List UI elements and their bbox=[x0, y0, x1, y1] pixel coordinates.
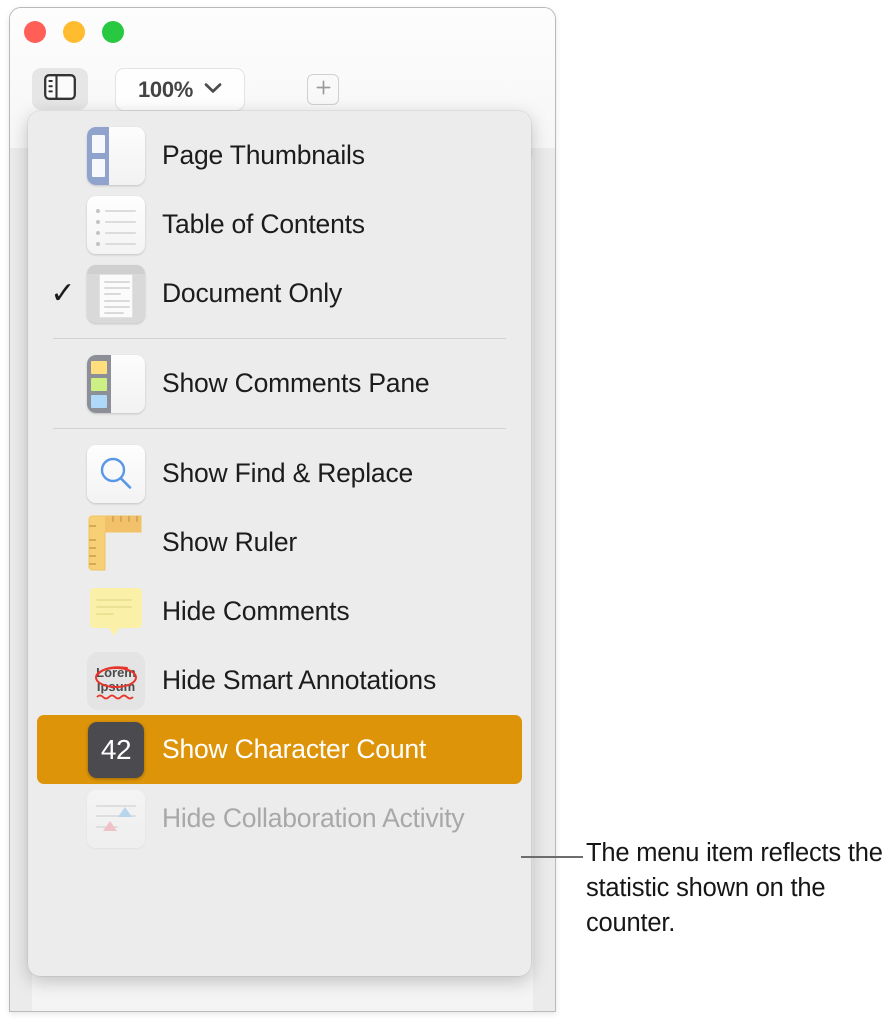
checkmark-icon: ✓ bbox=[50, 276, 76, 310]
zoom-level-value: 100% bbox=[137, 76, 194, 102]
close-window-button[interactable] bbox=[24, 21, 46, 43]
plus-in-square-icon bbox=[315, 79, 332, 101]
menu-item-label: Table of Contents bbox=[162, 209, 365, 239]
menu-item-label: Show Character Count bbox=[162, 734, 427, 764]
menu-item-hide-smart-annotations[interactable]: Lorem Ipsum Hide Smart Annotations bbox=[37, 646, 522, 715]
character-count-icon: 42 bbox=[84, 718, 148, 782]
minimize-window-button[interactable] bbox=[63, 21, 85, 43]
zoom-level-dropdown[interactable]: 100% bbox=[115, 68, 245, 111]
menu-item-label: Show Comments Pane bbox=[162, 368, 430, 398]
menu-item-page-thumbnails[interactable]: Page Thumbnails bbox=[37, 121, 522, 190]
menu-item-show-find-replace[interactable]: Show Find & Replace bbox=[37, 439, 522, 508]
menu-separator bbox=[53, 428, 506, 429]
menu-separator bbox=[53, 338, 506, 339]
menu-item-table-of-contents[interactable]: Table of Contents bbox=[37, 190, 522, 259]
menu-item-label: Hide Smart Annotations bbox=[162, 665, 437, 695]
menu-item-hide-comments[interactable]: Hide Comments bbox=[37, 577, 522, 646]
traffic-lights bbox=[24, 21, 124, 43]
sidebar-toggle-button[interactable] bbox=[32, 68, 88, 110]
menu-item-hide-collaboration-activity: Hide Collaboration Activity bbox=[37, 784, 522, 853]
sticky-note-icon bbox=[84, 580, 148, 644]
comments-pane-icon bbox=[84, 352, 148, 416]
menu-item-show-comments-pane[interactable]: Show Comments Pane bbox=[37, 349, 522, 418]
menu-item-document-only[interactable]: ✓ Document Only bbox=[37, 259, 522, 328]
insert-button[interactable] bbox=[307, 74, 339, 105]
menu-item-show-ruler[interactable]: Show Ruler bbox=[37, 508, 522, 577]
maximize-window-button[interactable] bbox=[102, 21, 124, 43]
menu-item-label: Document Only bbox=[162, 278, 343, 308]
document-only-icon bbox=[84, 262, 148, 326]
menu-item-label: Show Find & Replace bbox=[162, 458, 414, 488]
menu-item-label: Page Thumbnails bbox=[162, 140, 365, 170]
collaboration-activity-icon bbox=[84, 787, 148, 851]
character-count-value: 42 bbox=[88, 721, 144, 778]
chevron-down-icon bbox=[204, 81, 222, 99]
menu-item-label: Show Ruler bbox=[162, 527, 297, 557]
smart-annotations-icon: Lorem Ipsum bbox=[84, 649, 148, 713]
sidebar-icon bbox=[44, 73, 76, 105]
menu-item-label: Hide Comments bbox=[162, 596, 350, 626]
callout-leader-line bbox=[521, 856, 583, 858]
callout-text: The menu item reflects the statistic sho… bbox=[586, 839, 883, 937]
menu-item-show-character-count[interactable]: 42 Show Character Count bbox=[37, 715, 522, 784]
search-icon bbox=[84, 442, 148, 506]
ruler-icon bbox=[84, 511, 148, 575]
page-thumbnails-icon bbox=[84, 124, 148, 188]
table-of-contents-icon bbox=[84, 193, 148, 257]
menu-item-label: Hide Collaboration Activity bbox=[162, 803, 465, 833]
view-options-menu: Page Thumbnails Table of Contents ✓ Docu… bbox=[28, 111, 531, 976]
